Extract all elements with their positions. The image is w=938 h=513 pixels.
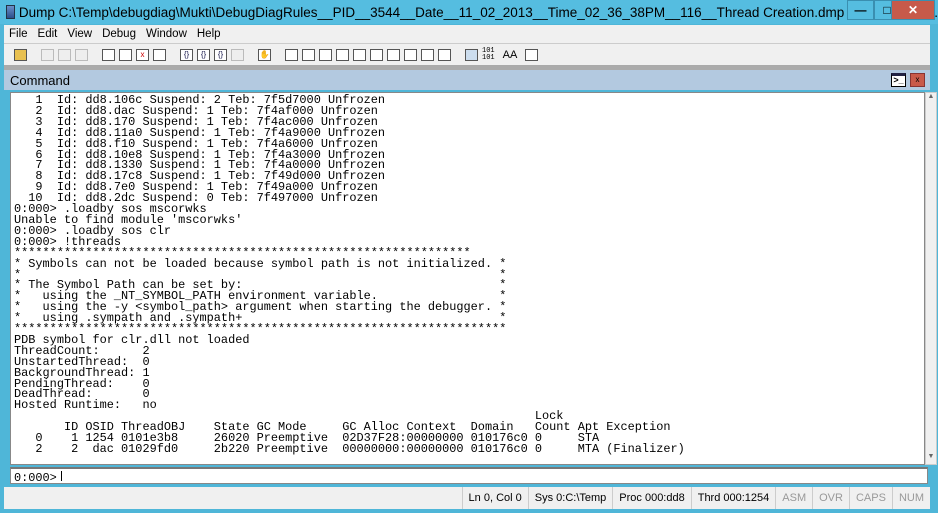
command-input[interactable] [60,471,924,481]
font-icon[interactable]: AA [503,49,518,61]
command-window-title: Command [10,73,70,88]
scroll-up-icon[interactable]: ▲ [926,93,936,104]
output-line: 0:000> .loadby sos clr [14,223,171,238]
status-thrd: Thrd 000:1254 [690,487,776,509]
options-window-icon[interactable] [438,48,451,61]
output-line: PendingThread: 0 [14,376,150,391]
cut-icon[interactable] [41,48,54,61]
status-num: NUM [891,487,930,509]
output-line: BackgroundThread: 1 [14,365,150,380]
status-ln-col: Ln 0, Col 0 [461,487,528,509]
hex-mode-icon[interactable]: 101 101 [482,47,495,62]
title-bar: Dump C:\Temp\debugdiag\Mukti\DebugDiagRu… [0,0,938,24]
close-command-window-icon[interactable]: x [910,73,925,87]
output-line: ThreadCount: 2 [14,343,150,358]
scratch-pad-icon[interactable] [404,48,417,61]
window-title: Dump C:\Temp\debugdiag\Mukti\DebugDiagRu… [18,4,938,20]
processes-threads-icon[interactable] [421,48,434,61]
status-sys: Sys 0:C:\Temp [527,487,613,509]
menu-help[interactable]: Help [192,28,226,40]
step-into-icon[interactable]: {} [180,48,193,61]
hand-icon[interactable]: ✋ [258,48,271,61]
status-asm: ASM [775,487,812,509]
menu-file[interactable]: File [4,28,33,40]
watch-icon[interactable] [302,48,315,61]
command-window-icon[interactable] [285,48,298,61]
menu-edit[interactable]: Edit [33,28,63,40]
locals-icon[interactable] [319,48,332,61]
copy-icon[interactable] [58,48,71,61]
command-prompt-icon[interactable]: >_ [891,73,906,87]
menu-window[interactable]: Window [141,28,192,40]
close-icon: ✕ [907,3,919,17]
toolbar: x {} {} {} ✋ 101 101 AA [4,44,930,66]
open-icon[interactable] [14,48,27,61]
options-icon[interactable] [525,48,539,61]
output-line: UnstartedThread: 0 [14,354,150,369]
status-bar: Ln 0, Col 0 Sys 0:C:\Temp Proc 000:dd8 T… [4,487,930,509]
step-out-icon[interactable]: {} [214,48,227,61]
call-stack-icon[interactable] [370,48,383,61]
break-icon[interactable] [153,48,166,61]
command-prompt: 0:000> [14,471,57,485]
memory-icon[interactable] [353,48,366,61]
close-button[interactable]: ✕ [891,0,935,20]
paste-icon[interactable] [75,48,88,61]
menu-debug[interactable]: Debug [97,28,141,40]
windbg-app-icon [6,5,15,19]
go-icon[interactable] [102,48,115,61]
menu-view[interactable]: View [62,28,97,40]
menu-bar: File Edit View Debug Window Help [4,25,930,44]
status-ovr: OVR [812,487,849,509]
registers-icon[interactable] [336,48,349,61]
status-proc: Proc 000:dd8 [612,487,690,509]
vertical-scrollbar[interactable]: ▲ ▼ [925,92,937,465]
stop-debugging-icon[interactable]: x [136,48,149,61]
command-output-text: 1 Id: dd8.106c Suspend: 2 Teb: 7f5d7000 … [11,93,924,455]
run-to-cursor-icon[interactable] [231,48,244,61]
disassembly-icon[interactable] [387,48,400,61]
restart-icon[interactable] [119,48,132,61]
minimize-icon: — [854,3,867,17]
maximize-icon: □ [883,3,891,17]
step-over-icon[interactable]: {} [197,48,210,61]
scroll-down-icon[interactable]: ▼ [926,453,936,464]
command-window-header: Command >_ x [4,70,930,90]
output-line: 2 2 dac 01029fd0 2b220 Preemptive 000000… [14,442,685,456]
command-input-box: 0:000> [10,467,928,485]
output-line: PDB symbol for clr.dll not loaded [14,332,250,347]
command-output: 1 Id: dd8.106c Suspend: 2 Teb: 7f5d7000 … [10,92,925,465]
status-caps: CAPS [848,487,892,509]
source-mode-icon[interactable] [465,48,478,61]
minimize-button[interactable]: — [847,0,874,20]
